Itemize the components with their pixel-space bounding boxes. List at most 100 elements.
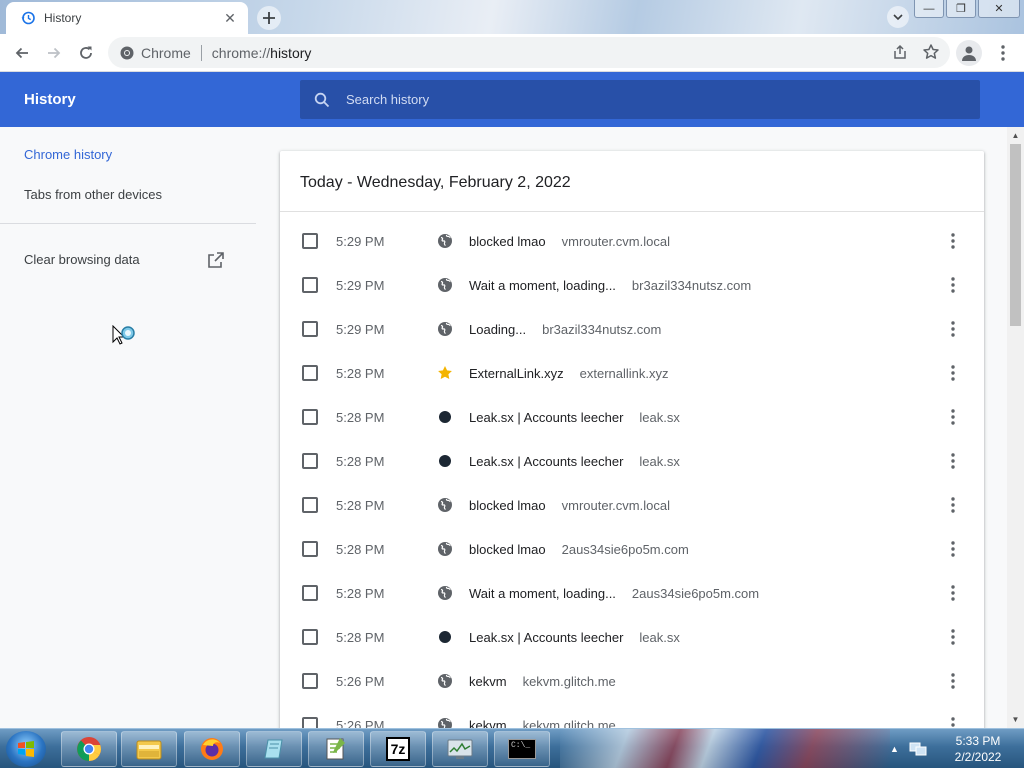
row-title-link[interactable]: ExternalLink.xyz	[469, 366, 564, 381]
row-checkbox[interactable]	[302, 365, 318, 381]
row-menu-button[interactable]	[943, 405, 963, 429]
row-menu-button[interactable]	[943, 449, 963, 473]
history-row-1[interactable]: 5:29 PM blocked lmao vmrouter.cvm.local	[280, 219, 984, 263]
row-time: 5:29 PM	[336, 321, 385, 337]
row-menu-button[interactable]	[943, 581, 963, 605]
close-window-button[interactable]: ✕	[978, 0, 1020, 18]
row-menu-button[interactable]	[943, 625, 963, 649]
search-history-bar[interactable]	[300, 80, 980, 119]
show-hidden-icons-icon[interactable]: ▲	[890, 744, 899, 754]
taskbar-7zip[interactable]: 7z	[370, 731, 426, 767]
globe-icon	[437, 497, 453, 513]
taskbar-notepadpp[interactable]	[308, 731, 364, 767]
history-row-9[interactable]: 5:28 PM Wait a moment, loading... 2aus34…	[280, 571, 984, 615]
row-menu-button[interactable]	[943, 273, 963, 297]
clock-time: 5:33 PM	[955, 734, 1001, 748]
row-title-link[interactable]: kekvm	[469, 674, 507, 689]
row-domain: leak.sx	[639, 629, 680, 645]
taskbar-notebook[interactable]	[246, 731, 302, 767]
row-checkbox[interactable]	[302, 585, 318, 601]
row-title-link[interactable]: Loading...	[469, 322, 526, 337]
maximize-button[interactable]: ❐	[946, 0, 976, 18]
history-row-8[interactable]: 5:28 PM blocked lmao 2aus34sie6po5m.com	[280, 527, 984, 571]
history-row-11[interactable]: 5:26 PM kekvm kekvm.glitch.me	[280, 659, 984, 703]
row-title-link[interactable]: blocked lmao	[469, 234, 546, 249]
history-icon	[20, 10, 36, 26]
dot-icon	[437, 453, 453, 469]
new-tab-button[interactable]	[257, 6, 281, 30]
more-vert-icon	[951, 233, 955, 249]
history-row-6[interactable]: 5:28 PM Leak.sx | Accounts leecher leak.…	[280, 439, 984, 483]
row-title-link[interactable]: Wait a moment, loading...	[469, 586, 616, 601]
history-row-4[interactable]: 5:28 PM ExternalLink.xyz externallink.xy…	[280, 351, 984, 395]
url-host: history	[270, 44, 312, 61]
more-vert-icon	[951, 585, 955, 601]
profile-avatar[interactable]	[956, 40, 982, 66]
taskbar-firefox[interactable]	[184, 731, 240, 767]
chrome-chip[interactable]: Chrome	[120, 45, 191, 61]
row-menu-button[interactable]	[943, 493, 963, 517]
row-menu-button[interactable]	[943, 537, 963, 561]
scroll-up-arrow-icon[interactable]: ▲	[1007, 127, 1024, 144]
address-bar[interactable]: Chrome chrome://history	[108, 37, 950, 68]
history-row-10[interactable]: 5:28 PM Leak.sx | Accounts leecher leak.…	[280, 615, 984, 659]
history-row-3[interactable]: 5:29 PM Loading... br3azil334nutsz.com	[280, 307, 984, 351]
tab-close-icon[interactable]: ✕	[222, 10, 238, 26]
row-checkbox[interactable]	[302, 629, 318, 645]
row-title-link[interactable]: Wait a moment, loading...	[469, 278, 616, 293]
search-input[interactable]	[346, 92, 946, 107]
chrome-icon	[77, 737, 101, 761]
row-menu-button[interactable]	[943, 669, 963, 693]
scroll-down-arrow-icon[interactable]: ▼	[1007, 711, 1024, 728]
open-in-new-icon[interactable]	[207, 251, 225, 272]
history-row-2[interactable]: 5:29 PM Wait a moment, loading... br3azi…	[280, 263, 984, 307]
row-menu-button[interactable]	[943, 229, 963, 253]
history-row-5[interactable]: 5:28 PM Leak.sx | Accounts leecher leak.…	[280, 395, 984, 439]
taskbar-explorer[interactable]	[121, 731, 177, 767]
row-menu-button[interactable]	[943, 317, 963, 341]
row-title-link[interactable]: Leak.sx | Accounts leecher	[469, 630, 623, 645]
minimize-button[interactable]: —	[914, 0, 944, 18]
row-checkbox[interactable]	[302, 233, 318, 249]
row-checkbox[interactable]	[302, 673, 318, 689]
back-button[interactable]	[6, 37, 38, 69]
row-checkbox[interactable]	[302, 321, 318, 337]
row-title-link[interactable]: Leak.sx | Accounts leecher	[469, 454, 623, 469]
more-vert-icon	[951, 673, 955, 689]
tab-history[interactable]: History ✕	[6, 2, 248, 34]
sidebar-item-clear-data[interactable]: Clear browsing data	[24, 252, 140, 267]
taskbar-task-manager[interactable]	[432, 731, 488, 767]
clock-date: 2/2/2022	[954, 750, 1002, 764]
reload-button[interactable]	[70, 37, 102, 69]
chevron-down-icon	[893, 14, 903, 21]
row-checkbox[interactable]	[302, 453, 318, 469]
scroll-thumb[interactable]	[1010, 144, 1021, 326]
taskbar-cmd[interactable]: C:\_	[494, 731, 550, 767]
bookmark-star-icon[interactable]	[922, 43, 940, 61]
page-scrollbar[interactable]: ▲ ▼	[1007, 127, 1024, 728]
forward-button[interactable]	[38, 37, 70, 69]
browser-menu-button[interactable]	[993, 42, 1013, 64]
row-checkbox[interactable]	[302, 409, 318, 425]
tab-search-button[interactable]	[887, 6, 909, 28]
start-button[interactable]	[6, 731, 46, 767]
row-title-link[interactable]: blocked lmao	[469, 498, 546, 513]
dot-icon	[437, 629, 453, 645]
row-checkbox[interactable]	[302, 541, 318, 557]
row-title-link[interactable]: Leak.sx | Accounts leecher	[469, 410, 623, 425]
row-time: 5:28 PM	[336, 541, 385, 557]
row-title-link[interactable]: blocked lmao	[469, 542, 546, 557]
taskbar-clock[interactable]: 5:33 PM 2/2/2022	[938, 733, 1018, 765]
taskbar-chrome[interactable]	[61, 731, 117, 767]
omnibox-separator	[200, 44, 202, 61]
row-menu-button[interactable]	[943, 361, 963, 385]
share-icon[interactable]	[892, 43, 908, 61]
sidebar-item-other-devices[interactable]: Tabs from other devices	[24, 187, 162, 202]
row-checkbox[interactable]	[302, 497, 318, 513]
row-checkbox[interactable]	[302, 277, 318, 293]
sidebar-item-chrome-history[interactable]: Chrome history	[24, 147, 112, 162]
row-domain: kekvm.glitch.me	[522, 673, 616, 689]
page-title: History	[24, 91, 76, 108]
network-icon[interactable]	[909, 741, 927, 757]
history-row-7[interactable]: 5:28 PM blocked lmao vmrouter.cvm.local	[280, 483, 984, 527]
